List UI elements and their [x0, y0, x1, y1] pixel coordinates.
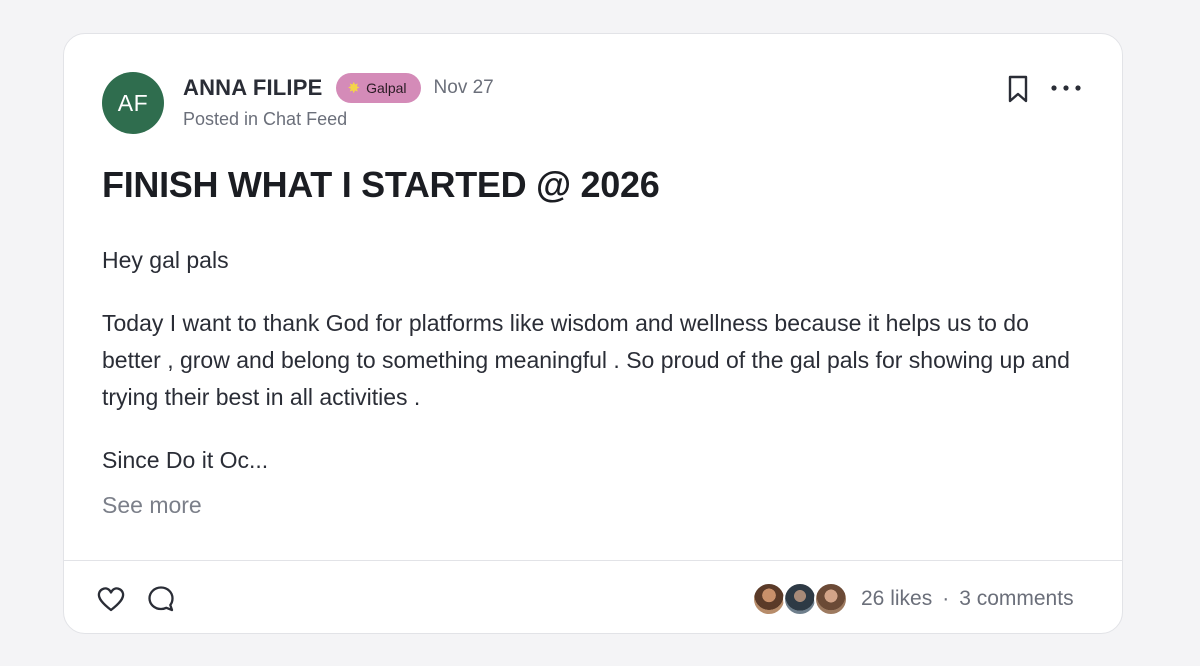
post-title: FINISH WHAT I STARTED @ 2026	[102, 164, 660, 205]
separator-dot: ·	[942, 587, 950, 610]
badge-label: Galpal	[366, 80, 407, 96]
comments-count[interactable]: 3 comments	[959, 587, 1073, 611]
post-paragraph: Today I want to thank God for platforms …	[102, 310, 1070, 410]
post-paragraph: Hey gal pals	[102, 247, 229, 273]
reactor-avatar	[814, 582, 848, 616]
author-line: ANNA FILIPE ✸ Galpal Nov 27	[183, 72, 494, 104]
bookmark-icon[interactable]	[1004, 74, 1032, 104]
reactor-avatar	[783, 582, 817, 616]
post-date: Nov 27	[433, 77, 494, 98]
heart-icon[interactable]	[96, 585, 126, 613]
sparkle-star-icon: ✸	[347, 79, 361, 97]
likes-count[interactable]: 26 likes	[861, 587, 932, 611]
author-name[interactable]: ANNA FILIPE	[183, 75, 323, 101]
post-paragraph: Since Do it Oc...	[102, 447, 269, 473]
post-card: AF ANNA FILIPE ✸ Galpal Nov 27 Posted in…	[63, 33, 1123, 634]
comment-bubble-icon[interactable]	[146, 584, 176, 614]
post-body: Hey gal pals Today I want to thank God f…	[102, 242, 1092, 479]
avatar[interactable]: AF	[102, 72, 164, 134]
reactor-avatar	[752, 582, 786, 616]
more-horizontal-icon[interactable]	[1046, 74, 1086, 102]
posted-in-label: Posted in Chat Feed	[183, 109, 348, 129]
divider	[64, 560, 1122, 561]
see-more-link[interactable]: See more	[102, 492, 202, 519]
engagement-stats: 26 likes · 3 comments	[861, 584, 1074, 614]
member-badge: ✸ Galpal	[335, 73, 421, 103]
